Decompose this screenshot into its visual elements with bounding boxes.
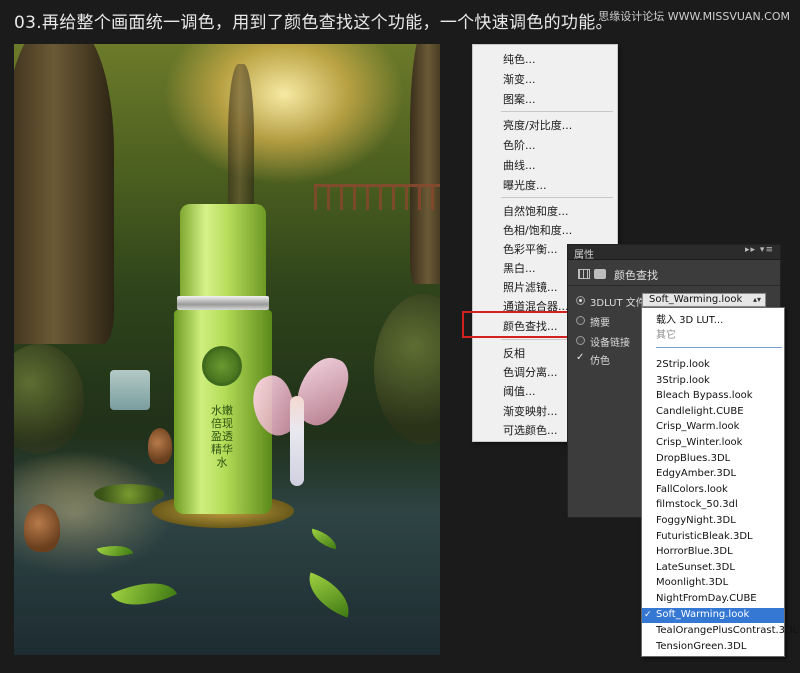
radio-3dlut-file[interactable] <box>576 296 585 305</box>
menu-item-photo-filter[interactable]: 照片滤镜... <box>503 279 558 295</box>
lut-selected-value: Soft_Warming.look <box>649 294 743 305</box>
panel-menu-icon[interactable]: ▸▸ ▾≡ <box>745 245 774 255</box>
tutorial-heading: 03.再给整个画面统一调色，用到了颜色查找这个功能，一个快速调色的功能。 <box>14 13 613 33</box>
abstract-label: 摘要 <box>590 318 610 329</box>
lut-option[interactable]: DropBlues.3DL <box>656 453 730 464</box>
lut-option[interactable]: Crisp_Winter.look <box>656 437 742 448</box>
menu-separator <box>501 111 613 112</box>
lut-dropdown-list: 载入 3D LUT... 其它 ✓ 2Strip.look 3Strip.loo… <box>641 307 798 657</box>
lut-option-selected[interactable]: Soft_Warming.look <box>656 609 749 620</box>
fairy-body <box>290 396 304 486</box>
squirrel-on-rock <box>148 428 172 464</box>
forest-product-artwork: 水嫩倍现盈透精华水 <box>14 44 440 655</box>
menu-item-invert[interactable]: 反相 <box>503 345 525 361</box>
mossy-rock-right <box>374 294 440 444</box>
dropdown-separator <box>656 347 782 348</box>
layer-mask-icon[interactable] <box>594 269 606 279</box>
chevron-updown-icon: ▴▾ <box>752 295 761 304</box>
lut-option[interactable]: EdgyAmber.3DL <box>656 468 736 479</box>
panel-title: 颜色查找 <box>614 269 658 282</box>
menu-item-brightness-contrast[interactable]: 亮度/对比度... <box>503 117 572 133</box>
waterfall <box>110 370 150 410</box>
menu-item-pattern[interactable]: 图案... <box>503 91 536 107</box>
checkmark-icon: ✓ <box>644 610 652 620</box>
menu-item-threshold[interactable]: 阈值... <box>503 383 536 399</box>
menu-item-vibrance[interactable]: 自然饱和度... <box>503 203 569 219</box>
menu-item-gradient-map[interactable]: 渐变映射... <box>503 403 558 419</box>
lut-option[interactable]: 2Strip.look <box>656 359 710 370</box>
lut-option[interactable]: FoggyNight.3DL <box>656 515 736 526</box>
menu-item-black-white[interactable]: 黑白... <box>503 260 536 276</box>
lut-option[interactable]: Candlelight.CUBE <box>656 406 744 417</box>
lily-pad <box>94 484 164 504</box>
bottle-logo-emblem <box>202 346 242 386</box>
properties-tab-bar: 属性 ▸▸ ▾≡ <box>568 245 780 261</box>
dither-label: 仿色 <box>590 356 610 367</box>
lut-option[interactable]: TensionGreen.3DL <box>656 641 746 652</box>
lut-option[interactable]: TealOrangePlusContrast.3DL <box>656 625 798 636</box>
bottle-label-text: 水嫩倍现盈透精华水 <box>211 404 233 469</box>
adjustment-grid-icon[interactable] <box>578 269 590 279</box>
properties-tab[interactable]: 属性 <box>574 246 594 261</box>
tree-trunk-left <box>14 44 114 344</box>
lut-file-label: 3DLUT 文件 <box>590 298 646 309</box>
menu-separator <box>501 197 613 198</box>
site-watermark: 思缘设计论坛 WWW.MISSVUAN.COM <box>598 10 790 23</box>
menu-item-selective-color[interactable]: 可选颜色... <box>503 422 558 438</box>
dither-checkbox[interactable]: ✓ <box>576 353 586 363</box>
menu-item-hue-saturation[interactable]: 色相/饱和度... <box>503 222 572 238</box>
lut-option[interactable]: Moonlight.3DL <box>656 577 728 588</box>
other-group-label: 其它 <box>656 330 676 341</box>
bottle-silver-ring <box>177 296 269 310</box>
lut-option[interactable]: HorrorBlue.3DL <box>656 546 733 557</box>
bottle-cap <box>180 204 266 300</box>
menu-item-solid-color[interactable]: 纯色... <box>503 51 536 67</box>
panel-divider <box>568 285 780 286</box>
lut-option[interactable]: FallColors.look <box>656 484 728 495</box>
radio-device-link[interactable] <box>576 336 585 345</box>
wooden-bridge <box>314 184 440 210</box>
lut-option[interactable]: Crisp_Warm.look <box>656 421 739 432</box>
radio-abstract[interactable] <box>576 316 585 325</box>
lut-file-select[interactable]: Soft_Warming.look ▴▾ <box>642 293 766 307</box>
fairy-figure <box>244 350 355 506</box>
menu-item-curves[interactable]: 曲线... <box>503 157 536 173</box>
lut-option[interactable]: 3Strip.look <box>656 375 710 386</box>
lut-option[interactable]: filmstock_50.3dl <box>656 499 738 510</box>
device-link-label: 设备链接 <box>590 338 630 349</box>
menu-item-gradient[interactable]: 渐变... <box>503 71 536 87</box>
tree-trunk-right <box>410 44 440 284</box>
lut-option[interactable]: FuturisticBleak.3DL <box>656 531 753 542</box>
lut-option[interactable]: NightFromDay.CUBE <box>656 593 757 604</box>
load-3d-lut-option[interactable]: 载入 3D LUT... <box>656 311 723 326</box>
lut-option[interactable]: LateSunset.3DL <box>656 562 735 573</box>
menu-item-posterize[interactable]: 色调分离... <box>503 364 558 380</box>
menu-item-color-balance[interactable]: 色彩平衡... <box>503 241 558 257</box>
menu-item-exposure[interactable]: 曝光度... <box>503 177 547 193</box>
color-lookup-highlight-box <box>462 311 572 338</box>
menu-item-levels[interactable]: 色阶... <box>503 137 536 153</box>
lut-option[interactable]: Bleach Bypass.look <box>656 390 753 401</box>
squirrel-left <box>24 504 60 552</box>
